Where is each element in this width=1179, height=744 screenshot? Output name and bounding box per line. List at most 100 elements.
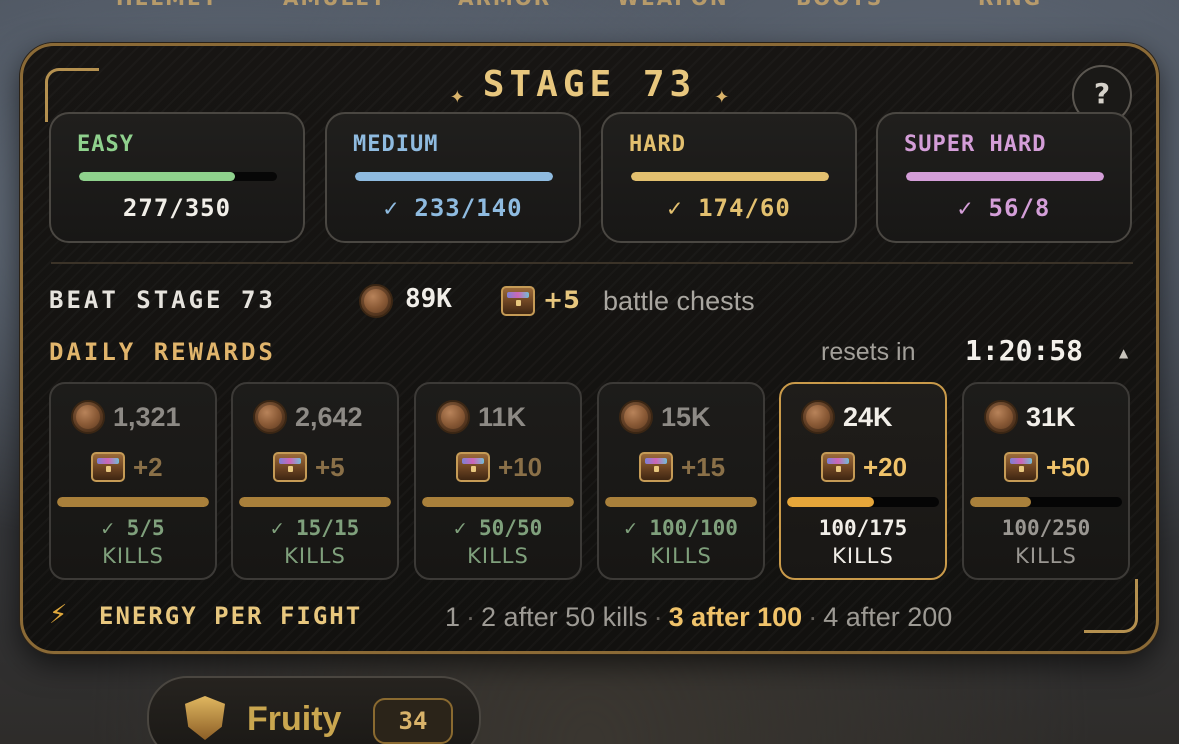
reward-progress-fill bbox=[422, 497, 574, 507]
reward-progress-text: ✓ 15/15 bbox=[270, 516, 360, 540]
daily-reward-card[interactable]: 31K +50 100/250 KILLS bbox=[962, 382, 1130, 580]
reward-chest-amount: +15 bbox=[681, 452, 726, 482]
difficulty-progress-text: 277/350 bbox=[122, 194, 232, 222]
daily-reward-card[interactable]: 1,321 +2 ✓ 5/5 KILLS bbox=[49, 382, 217, 580]
reward-coin-amount: 31K bbox=[1026, 402, 1076, 432]
difficulty-label: MEDIUM bbox=[353, 132, 439, 157]
difficulty-progress-fill bbox=[355, 172, 553, 181]
separator: · bbox=[653, 602, 663, 632]
difficulty-hard[interactable]: HARD ✓ 174/60 bbox=[601, 112, 857, 243]
coin-icon bbox=[984, 400, 1018, 434]
reward-coin-amount: 15K bbox=[661, 402, 711, 432]
difficulty-label: SUPER HARD bbox=[904, 132, 1047, 157]
sparkle-icon: ✦ bbox=[714, 87, 730, 108]
reward-coin-amount: 24K bbox=[843, 402, 893, 432]
daily-reward-card[interactable]: 11K +10 ✓ 50/50 KILLS bbox=[414, 382, 582, 580]
reward-progress-fill bbox=[787, 497, 874, 507]
reward-chest-amount: +10 bbox=[498, 452, 543, 482]
reward-progress-bar bbox=[605, 497, 757, 507]
energy-step: 4 after 200 bbox=[823, 602, 953, 632]
coin-icon bbox=[436, 400, 470, 434]
energy-step-current: 3 after 100 bbox=[668, 602, 803, 632]
tab-ring[interactable]: RING bbox=[978, 0, 1042, 10]
reward-progress-bar bbox=[57, 497, 209, 507]
beat-stage-reward: BEAT STAGE 73 89K +5 battle chests bbox=[49, 282, 949, 318]
tab-weapon[interactable]: WEAPON bbox=[617, 0, 729, 10]
equipment-tabs: HELMET AMULET ARMOR WEAPON BOOTS RING bbox=[0, 0, 1179, 12]
reward-kills-label: KILLS bbox=[102, 544, 164, 568]
reward-progress-text: ✓ 100/100 bbox=[624, 516, 738, 540]
coin-icon bbox=[359, 284, 393, 318]
reward-progress-fill bbox=[605, 497, 757, 507]
difficulty-super-hard[interactable]: SUPER HARD ✓ 56/8 bbox=[876, 112, 1132, 243]
tab-amulet[interactable]: AMULET bbox=[283, 0, 387, 10]
reward-coin-amount: 11K bbox=[478, 402, 527, 432]
difficulty-progress-text: ✓ 56/8 bbox=[957, 194, 1051, 222]
resets-label: resets in bbox=[821, 338, 916, 366]
beat-coin-amount: 89K bbox=[405, 284, 452, 314]
player-name: Fruity bbox=[247, 700, 342, 738]
beat-chest-amount: +5 bbox=[543, 286, 580, 314]
tab-helmet[interactable]: HELMET bbox=[116, 0, 218, 10]
reward-progress-bar bbox=[422, 497, 574, 507]
rank-shield-icon bbox=[185, 696, 225, 740]
reward-kills-label: KILLS bbox=[467, 544, 529, 568]
reward-chest-amount: +2 bbox=[133, 452, 163, 482]
difficulty-label: HARD bbox=[629, 132, 686, 157]
reward-kills-label: KILLS bbox=[1015, 544, 1077, 568]
reward-progress-bar bbox=[239, 497, 391, 507]
energy-steps: 1 · 2 after 50 kills · 3 after 100 · 4 after 2… bbox=[445, 602, 952, 633]
chest-icon bbox=[273, 452, 307, 482]
chest-icon bbox=[456, 452, 490, 482]
collapse-icon[interactable]: ▲ bbox=[1119, 346, 1128, 360]
daily-reward-card[interactable]: 24K +20 100/175 KILLS bbox=[779, 382, 947, 580]
chest-icon bbox=[501, 286, 535, 316]
difficulty-easy[interactable]: EASY 277/350 bbox=[49, 112, 305, 243]
difficulty-progress-bar bbox=[631, 172, 829, 181]
reward-progress-fill bbox=[57, 497, 209, 507]
difficulty-progress-fill bbox=[631, 172, 829, 181]
difficulty-medium[interactable]: MEDIUM ✓ 233/140 bbox=[325, 112, 581, 243]
reward-progress-text: ✓ 5/5 bbox=[101, 516, 165, 540]
reward-kills-label: KILLS bbox=[832, 544, 894, 568]
difficulty-progress-bar bbox=[355, 172, 553, 181]
tab-boots[interactable]: BOOTS bbox=[796, 0, 883, 10]
reward-coin-amount: 1,321 bbox=[113, 402, 181, 432]
player-level-badge: 34 bbox=[373, 698, 453, 744]
difficulty-label: EASY bbox=[77, 132, 134, 157]
player-chip[interactable]: Fruity 34 bbox=[147, 676, 481, 744]
daily-rewards-title: DAILY REWARDS bbox=[49, 338, 276, 366]
sparkle-icon: ✦ bbox=[449, 87, 465, 108]
lightning-bolt-icon: ⚡ bbox=[49, 600, 68, 630]
reward-progress-text: 100/175 bbox=[818, 516, 908, 540]
difficulty-progress-bar bbox=[79, 172, 277, 181]
reward-progress-fill bbox=[970, 497, 1031, 507]
reward-progress-bar bbox=[970, 497, 1122, 507]
coin-icon bbox=[253, 400, 287, 434]
resets-timer: 1:20:58 bbox=[965, 334, 1084, 367]
stage-panel: ✦ STAGE 73 ✦ ? EASY 277/350 MEDIUM ✓ 233/1… bbox=[20, 43, 1159, 654]
coin-icon bbox=[619, 400, 653, 434]
energy-step: 2 after 50 kills bbox=[481, 602, 648, 632]
coin-icon bbox=[71, 400, 105, 434]
reward-coin-amount: 2,642 bbox=[295, 402, 363, 432]
beat-stage-label: BEAT STAGE 73 bbox=[49, 286, 276, 314]
separator: · bbox=[466, 602, 476, 632]
divider bbox=[51, 262, 1133, 264]
reward-chest-amount: +20 bbox=[863, 452, 908, 482]
difficulty-progress-fill bbox=[79, 172, 236, 181]
chest-icon bbox=[1004, 452, 1038, 482]
daily-reward-card[interactable]: 2,642 +5 ✓ 15/15 KILLS bbox=[231, 382, 399, 580]
chest-icon bbox=[639, 452, 673, 482]
daily-reward-card[interactable]: 15K +15 ✓ 100/100 KILLS bbox=[597, 382, 765, 580]
energy-label: ENERGY PER FIGHT bbox=[99, 602, 363, 630]
tab-armor[interactable]: ARMOR bbox=[458, 0, 551, 10]
coin-icon bbox=[801, 400, 835, 434]
difficulty-progress-bar bbox=[906, 172, 1104, 181]
energy-step: 1 bbox=[445, 602, 461, 632]
chest-icon bbox=[821, 452, 855, 482]
reward-progress-text: ✓ 50/50 bbox=[453, 516, 543, 540]
separator: · bbox=[808, 602, 818, 632]
reward-kills-label: KILLS bbox=[650, 544, 712, 568]
chest-icon bbox=[91, 452, 125, 482]
